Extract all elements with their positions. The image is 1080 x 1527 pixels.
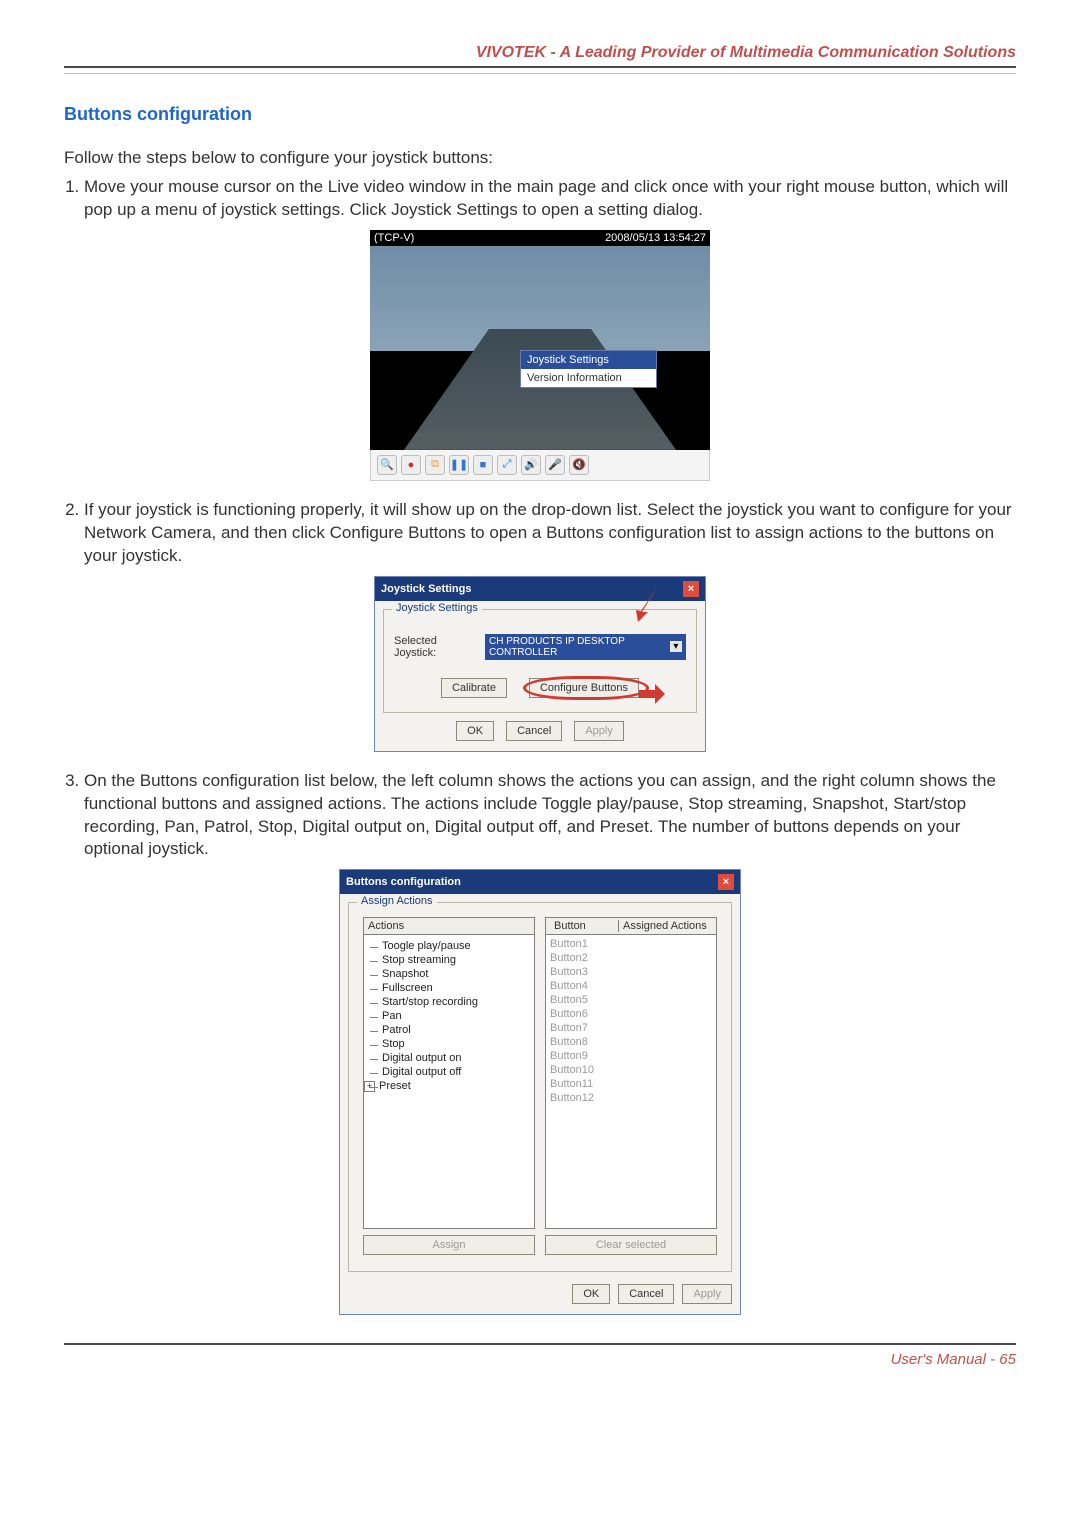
- buttons-dialog-title: Buttons configuration: [346, 876, 461, 888]
- cancel-button[interactable]: Cancel: [618, 1284, 674, 1304]
- context-menu-joystick-settings[interactable]: Joystick Settings: [521, 351, 656, 369]
- buttons-list[interactable]: Button1 Button2 Button3 Button4 Button5 …: [546, 935, 716, 1109]
- list-item[interactable]: Button9: [550, 1050, 712, 1064]
- step-3: On the Buttons configuration list below,…: [84, 770, 1016, 862]
- ok-button[interactable]: OK: [456, 721, 494, 741]
- assigned-actions-column-header: Assigned Actions: [619, 920, 712, 932]
- actions-panel: Actions Toogle play/pause Stop streaming…: [363, 917, 535, 1229]
- clear-selected-button[interactable]: Clear selected: [545, 1235, 717, 1255]
- selected-joystick-label: Selected Joystick:: [394, 635, 479, 659]
- action-item[interactable]: Digital output off: [382, 1065, 532, 1079]
- joystick-dropdown-value: CH PRODUCTS IP DESKTOP CONTROLLER: [489, 636, 670, 658]
- action-item[interactable]: Patrol: [382, 1023, 532, 1037]
- button-column-header: Button: [550, 920, 619, 932]
- context-menu[interactable]: Joystick Settings Version Information: [520, 350, 657, 388]
- stop-icon[interactable]: ■: [473, 455, 493, 475]
- action-item-label: Preset: [379, 1080, 411, 1092]
- action-item[interactable]: Toogle play/pause: [382, 939, 532, 953]
- actions-header: Actions: [364, 918, 534, 935]
- record-icon[interactable]: ●: [401, 455, 421, 475]
- intro-text: Follow the steps below to configure your…: [64, 147, 1016, 170]
- action-preset-expandable[interactable]: +Preset: [382, 1079, 532, 1093]
- assign-button[interactable]: Assign: [363, 1235, 535, 1255]
- expand-icon[interactable]: ⤢: [497, 455, 517, 475]
- snapshot-icon[interactable]: ⧉: [425, 455, 445, 475]
- cancel-button[interactable]: Cancel: [506, 721, 562, 741]
- plus-icon[interactable]: +: [364, 1081, 375, 1092]
- joystick-dialog-title: Joystick Settings: [381, 583, 471, 595]
- list-item[interactable]: Button10: [550, 1064, 712, 1078]
- context-menu-version-info[interactable]: Version Information: [521, 369, 656, 387]
- step-1: Move your mouse cursor on the Live video…: [84, 176, 1016, 222]
- page-header: VIVOTEK - A Leading Provider of Multimed…: [64, 44, 1016, 68]
- list-item[interactable]: Button3: [550, 966, 712, 980]
- video-timestamp: 2008/05/13 13:54:27: [605, 232, 706, 244]
- action-item[interactable]: Stop streaming: [382, 953, 532, 967]
- list-item[interactable]: Button5: [550, 994, 712, 1008]
- configure-buttons-button[interactable]: Configure Buttons: [529, 678, 639, 698]
- list-item[interactable]: Button2: [550, 952, 712, 966]
- assign-actions-label: Assign Actions: [357, 895, 437, 907]
- list-item[interactable]: Button6: [550, 1008, 712, 1022]
- mic-off-icon[interactable]: 🔇: [569, 455, 589, 475]
- joystick-group-label: Joystick Settings: [392, 602, 482, 614]
- action-item[interactable]: Start/stop recording: [382, 995, 532, 1009]
- chevron-down-icon[interactable]: ▾: [670, 641, 682, 652]
- calibrate-button[interactable]: Calibrate: [441, 678, 507, 698]
- mic-on-icon[interactable]: 🎤: [545, 455, 565, 475]
- steps-list-cont2: On the Buttons configuration list below,…: [64, 770, 1016, 862]
- list-item[interactable]: Button7: [550, 1022, 712, 1036]
- action-item[interactable]: Fullscreen: [382, 981, 532, 995]
- list-item[interactable]: Button4: [550, 980, 712, 994]
- video-toolbar: 🔍 ● ⧉ ❚❚ ■ ⤢ 🔊 🎤 🔇: [370, 450, 710, 481]
- close-icon[interactable]: ×: [718, 874, 734, 890]
- steps-list: Move your mouse cursor on the Live video…: [64, 176, 1016, 222]
- list-item[interactable]: Button11: [550, 1078, 712, 1092]
- header-company-line: VIVOTEK - A Leading Provider of Multimed…: [476, 44, 1016, 61]
- joystick-dropdown[interactable]: CH PRODUCTS IP DESKTOP CONTROLLER ▾: [485, 634, 686, 660]
- list-item[interactable]: Button8: [550, 1036, 712, 1050]
- steps-list-cont: If your joystick is functioning properly…: [64, 499, 1016, 568]
- apply-button[interactable]: Apply: [682, 1284, 732, 1304]
- close-icon[interactable]: ×: [683, 581, 699, 597]
- action-item[interactable]: Pan: [382, 1009, 532, 1023]
- step-2: If your joystick is functioning properly…: [84, 499, 1016, 568]
- actions-tree[interactable]: Toogle play/pause Stop streaming Snapsho…: [364, 935, 534, 1097]
- pause-icon[interactable]: ❚❚: [449, 455, 469, 475]
- joystick-settings-dialog: Joystick Settings × Joystick Settings Se…: [374, 576, 706, 752]
- page-footer: User's Manual - 65: [64, 1343, 1016, 1368]
- list-item[interactable]: Button1: [550, 938, 712, 952]
- section-title: Buttons configuration: [64, 104, 1016, 125]
- header-subline: [64, 72, 1016, 74]
- magnifier-icon[interactable]: 🔍: [377, 455, 397, 475]
- video-protocol-label: (TCP-V): [374, 232, 414, 244]
- buttons-config-dialog: Buttons configuration × Assign Actions A…: [339, 869, 741, 1315]
- footer-text: User's Manual - 65: [891, 1351, 1016, 1368]
- live-video-window: (TCP-V) 2008/05/13 13:54:27 Joystick Set…: [370, 230, 710, 481]
- arrow-annotation-icon: [624, 582, 664, 622]
- ok-button[interactable]: OK: [572, 1284, 610, 1304]
- arrow-annotation-icon: [639, 684, 665, 704]
- action-item[interactable]: Snapshot: [382, 967, 532, 981]
- volume-icon[interactable]: 🔊: [521, 455, 541, 475]
- action-item[interactable]: Digital output on: [382, 1051, 532, 1065]
- assigned-panel: Button Assigned Actions Button1 Button2 …: [545, 917, 717, 1229]
- action-item[interactable]: Stop: [382, 1037, 532, 1051]
- list-item[interactable]: Button12: [550, 1092, 712, 1106]
- apply-button[interactable]: Apply: [574, 721, 624, 741]
